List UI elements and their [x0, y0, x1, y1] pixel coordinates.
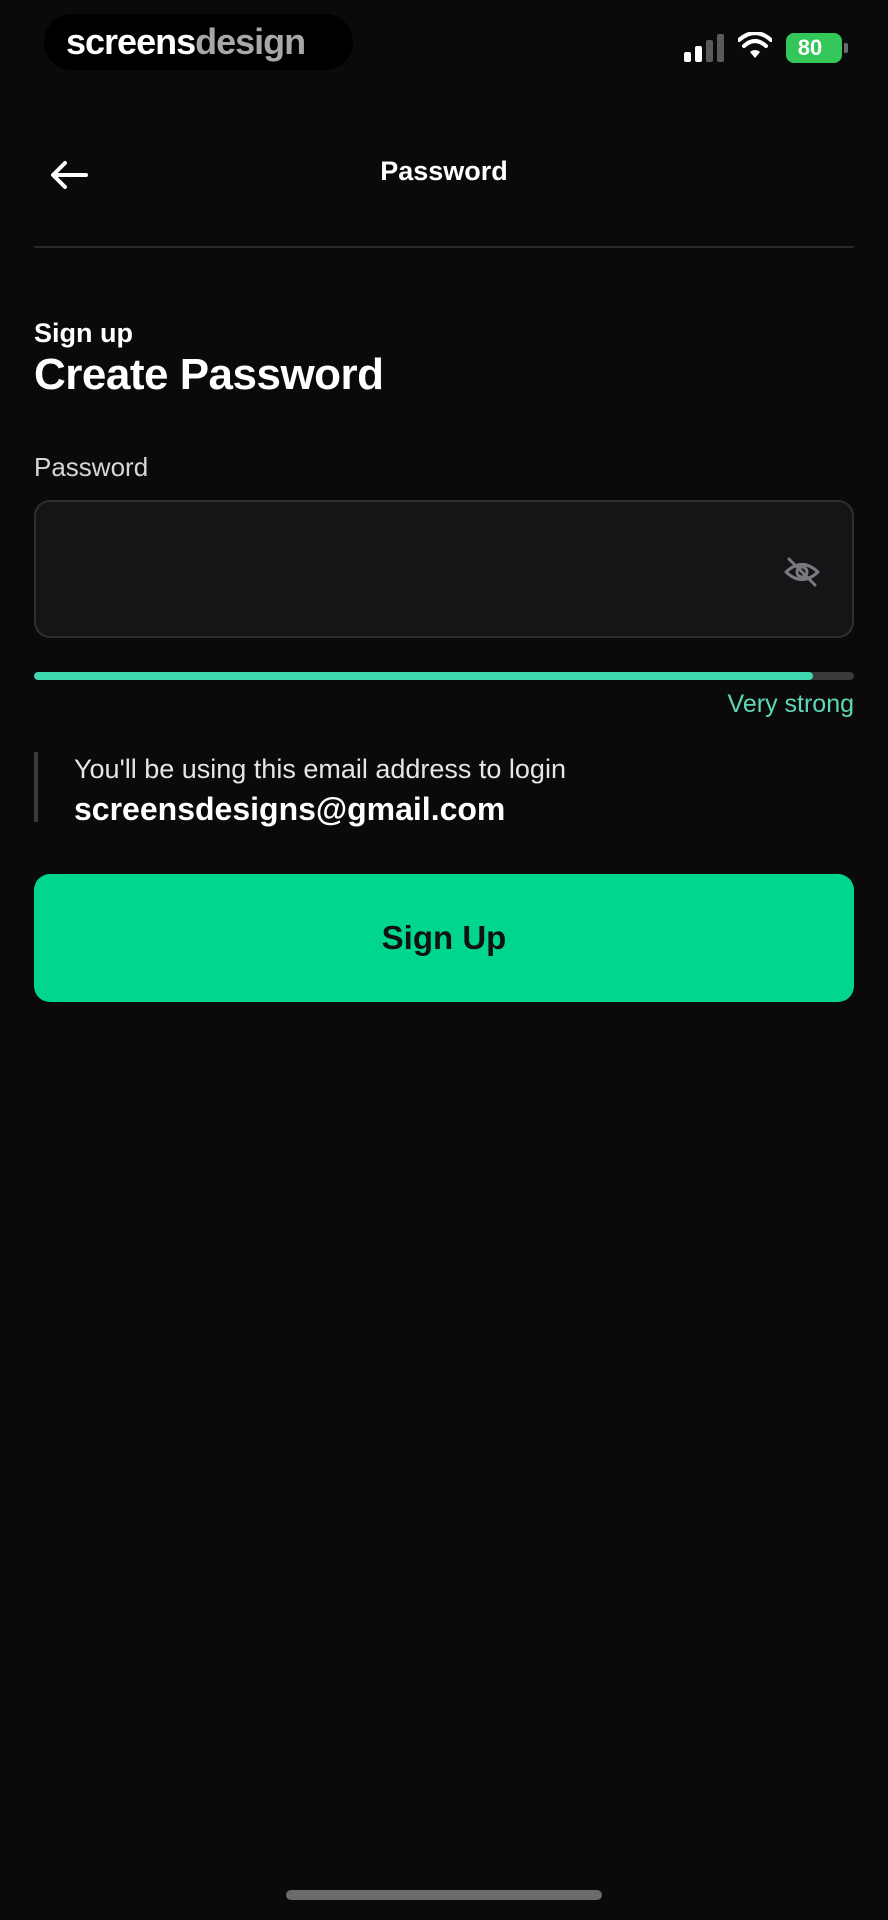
password-label: Password	[34, 452, 149, 482]
password-strength-fill	[34, 672, 813, 680]
home-indicator[interactable]	[286, 1890, 602, 1900]
password-strength-meter	[34, 672, 854, 680]
email-note: You'll be using this email address to lo…	[34, 752, 854, 827]
email-note-text: You'll be using this email address to lo…	[74, 754, 566, 784]
password-field	[34, 500, 854, 638]
wifi-icon	[737, 30, 773, 65]
signup-eyebrow: Sign up	[34, 318, 133, 348]
sign-up-button[interactable]: Sign Up	[34, 874, 854, 1002]
toggle-visibility-button[interactable]	[782, 552, 822, 592]
nav-header: Password	[34, 130, 854, 248]
password-input[interactable]	[60, 502, 760, 636]
page-header-title: Password	[380, 156, 508, 186]
status-icons: 80	[684, 30, 848, 66]
status-bar: screens design 80	[0, 0, 888, 90]
signal-icon	[684, 34, 724, 62]
email-address: screensdesigns@gmail.com	[74, 791, 506, 827]
brand-logo: screens design	[44, 14, 353, 70]
battery-level: 80	[797, 35, 823, 60]
battery-icon: 80	[786, 33, 848, 63]
page-title: Create Password	[34, 350, 384, 399]
brand-logo-part-2: design	[195, 21, 306, 62]
password-strength-label: Very strong	[727, 690, 854, 718]
brand-logo-part-1: screens	[66, 21, 196, 62]
eye-off-icon	[784, 557, 820, 587]
